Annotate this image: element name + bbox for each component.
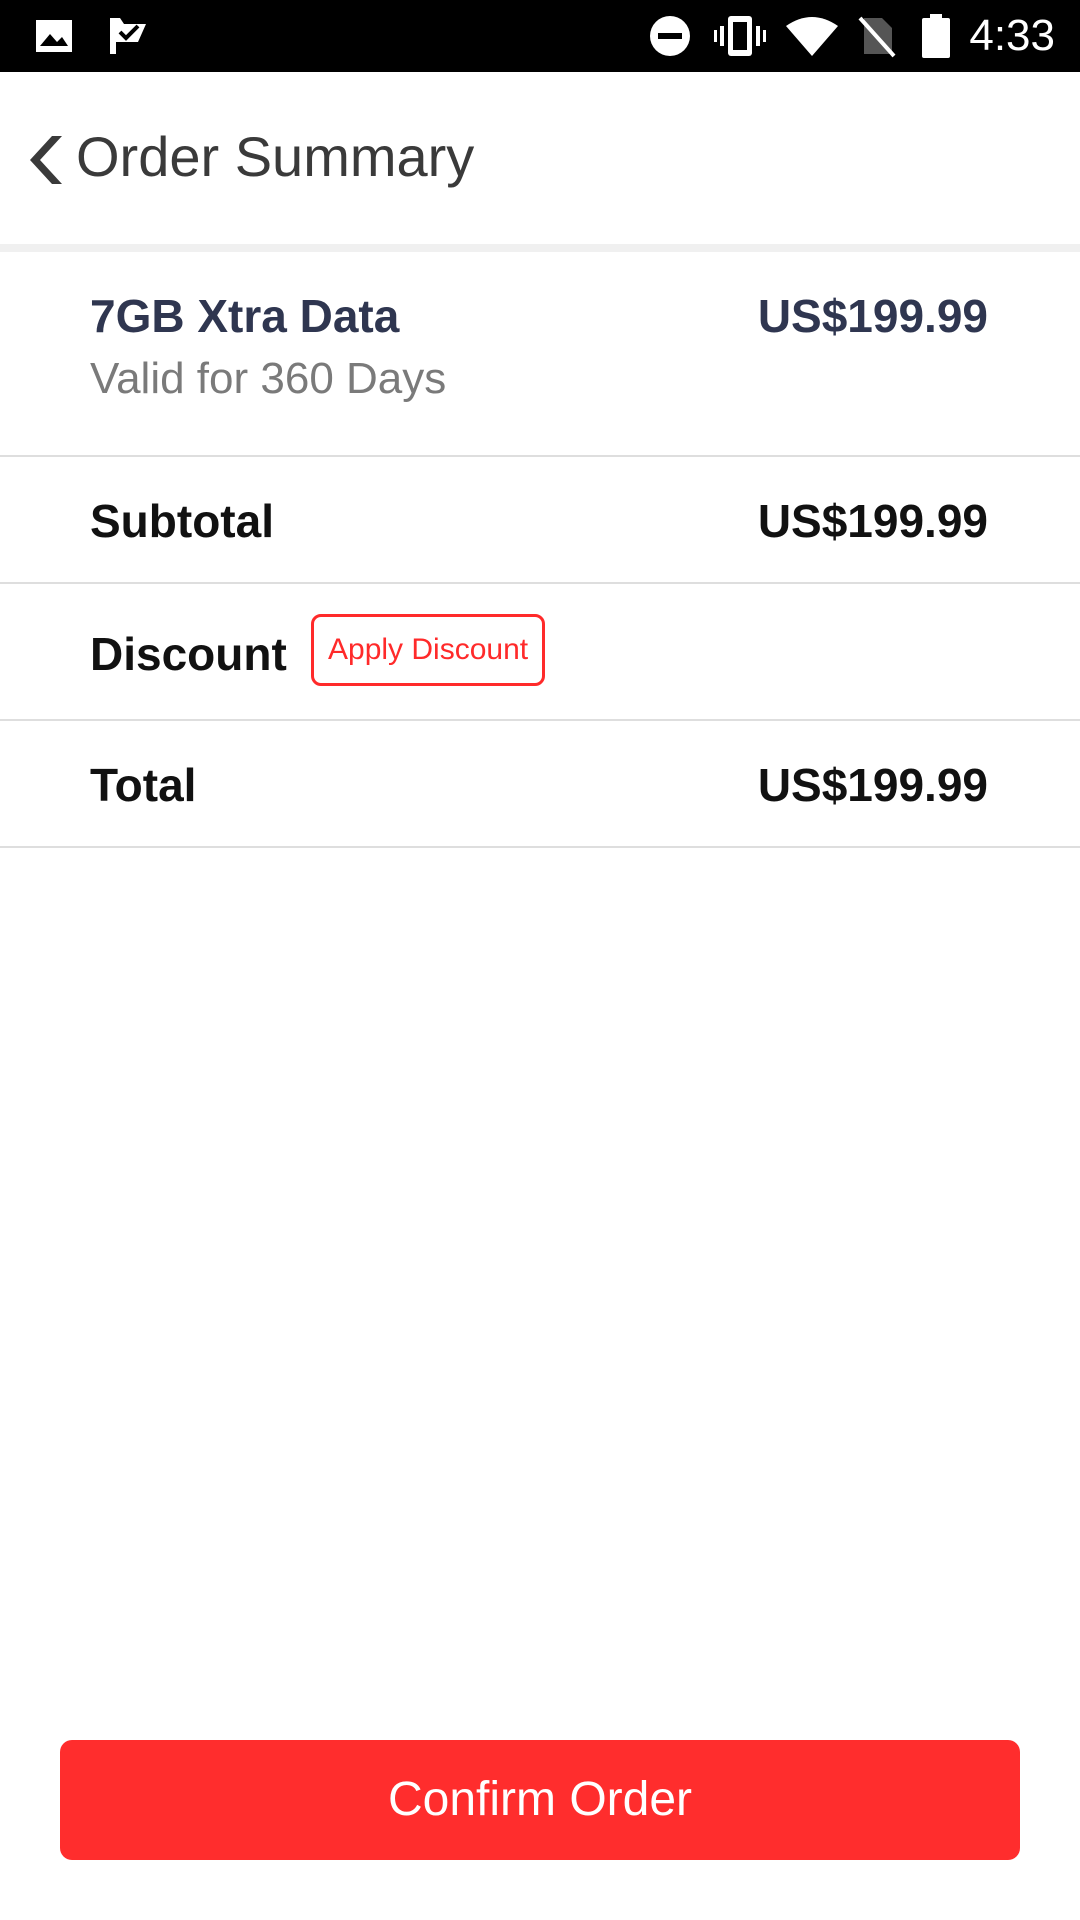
product-price: US$199.99 <box>757 290 988 342</box>
confirm-order-button[interactable]: Confirm Order <box>60 1740 1020 1860</box>
header-divider <box>0 244 1080 252</box>
do-not-disturb-icon <box>650 16 690 56</box>
product-row: 7GB Xtra Data Valid for 360 Days US$199.… <box>0 252 1080 457</box>
apply-discount-button[interactable]: Apply Discount <box>311 614 546 686</box>
wifi-icon <box>786 17 838 56</box>
product-validity: Valid for 360 Days <box>90 354 447 403</box>
image-icon <box>36 20 72 52</box>
screen: 4:33 Order Summary 7GB Xtra Data Valid f… <box>0 0 1080 1920</box>
product-name: 7GB Xtra Data <box>90 290 400 342</box>
checkmark-flag-icon <box>110 18 146 54</box>
discount-row: Discount Apply Discount <box>0 584 1080 721</box>
total-label: Total <box>90 759 197 811</box>
status-time: 4:33 <box>969 11 1055 60</box>
battery-icon <box>922 14 950 58</box>
chevron-left-icon <box>30 136 62 184</box>
app-header: Order Summary <box>0 72 1080 244</box>
subtotal-value: US$199.99 <box>757 495 988 547</box>
no-sim-icon <box>858 16 896 58</box>
page-title: Order Summary <box>76 125 475 188</box>
total-value: US$199.99 <box>757 759 988 811</box>
vibrate-icon <box>714 16 766 56</box>
total-row: Total US$199.99 <box>0 721 1080 848</box>
back-button[interactable] <box>22 132 68 188</box>
subtotal-label: Subtotal <box>90 495 274 547</box>
discount-label: Discount <box>90 628 287 680</box>
subtotal-row: Subtotal US$199.99 <box>0 457 1080 584</box>
status-bar: 4:33 <box>0 0 1080 72</box>
